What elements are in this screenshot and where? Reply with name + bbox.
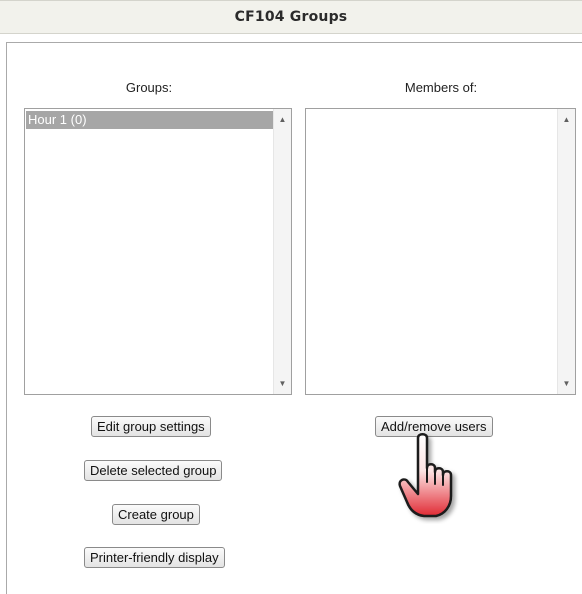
printer-friendly-display-button[interactable]: Printer-friendly display (84, 547, 225, 568)
edit-group-settings-button[interactable]: Edit group settings (91, 416, 211, 437)
delete-selected-group-button[interactable]: Delete selected group (84, 460, 223, 481)
members-listbox[interactable]: ▲ ▼ (305, 108, 576, 395)
scroll-down-arrow-icon[interactable]: ▼ (274, 375, 291, 392)
page-title: CF104 Groups (234, 9, 348, 25)
groups-heading: Groups: (125, 80, 173, 95)
create-group-button[interactable]: Create group (112, 504, 200, 525)
scroll-down-arrow-icon[interactable]: ▼ (558, 375, 575, 392)
members-heading: Members of: (404, 80, 478, 95)
list-item-group[interactable]: Hour 1 (0) (26, 111, 273, 129)
scroll-up-arrow-icon[interactable]: ▲ (558, 111, 575, 128)
title-bar: CF104 Groups (0, 0, 582, 34)
groups-page: CF104 Groups Groups: Members of: Hour 1 … (0, 0, 582, 594)
scroll-up-arrow-icon[interactable]: ▲ (274, 111, 291, 128)
members-scrollbar[interactable]: ▲ ▼ (557, 109, 575, 394)
pointing-hand-icon (398, 433, 453, 518)
groups-listbox[interactable]: Hour 1 (0) ▲ ▼ (24, 108, 292, 395)
groups-scrollbar[interactable]: ▲ ▼ (273, 109, 291, 394)
